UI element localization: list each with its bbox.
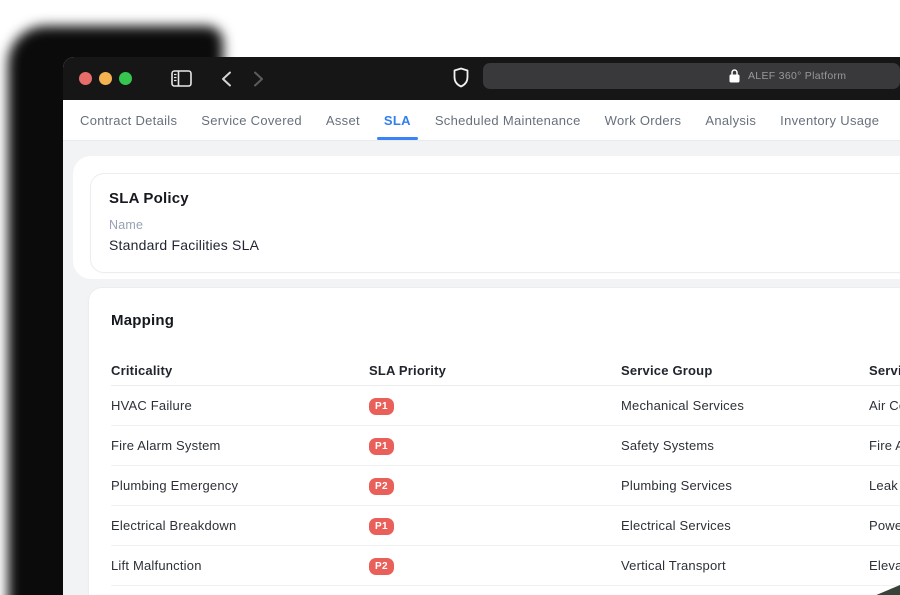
table-row[interactable]: Fire Alarm System P1 Safety Systems Fire… — [111, 426, 900, 466]
tab-analysis[interactable]: Analysis — [705, 100, 756, 140]
mapping-card: Mapping Criticality SLA Priority Service… — [88, 287, 900, 595]
close-window-button[interactable] — [79, 72, 92, 85]
zoom-window-button[interactable] — [119, 72, 132, 85]
cell-service-group: Plumbing Services — [621, 478, 733, 493]
cell-criticality: Lift Malfunction — [111, 558, 202, 573]
cell-sla-priority: P1 — [369, 397, 621, 415]
tab-contract-details[interactable]: Contract Details — [80, 100, 177, 140]
tab-label: SLA — [383, 112, 411, 128]
page-content: SLA Policy Name Standard Facilities SLA … — [63, 141, 900, 595]
address-bar-url-label: ALEF 360° Platform — [748, 70, 847, 82]
column-header-service-group: Service Group — [621, 362, 713, 378]
cell-service-group: Mechanical Services — [621, 398, 745, 413]
address-bar[interactable]: ALEF 360° Platform — [483, 63, 900, 89]
tab-label: Analysis — [705, 112, 757, 128]
traffic-lights — [79, 72, 132, 85]
cell-criticality: Fire Alarm System — [111, 438, 221, 453]
mapping-title: Mapping — [111, 312, 175, 329]
mapping-table-header: Criticality SLA Priority Service Group S… — [111, 355, 900, 386]
tab-inventory-usage[interactable]: Inventory Usage — [780, 100, 879, 140]
cell-sla-priority: P1 — [369, 437, 621, 455]
tab-service-covered[interactable]: Service Covered — [201, 100, 302, 140]
lock-icon — [729, 69, 740, 83]
back-button[interactable] — [221, 71, 232, 92]
sla-policy-name-value: Standard Facilities SLA — [109, 237, 260, 253]
cell-sla-priority: P1 — [369, 517, 621, 535]
privacy-shield-icon[interactable] — [453, 67, 469, 93]
sla-policy-name-label: Name — [109, 218, 144, 232]
tab-sla[interactable]: SLA — [376, 100, 418, 140]
tab-label: Service Covered — [201, 112, 302, 128]
browser-window: ALEF 360° Platform Contract Details Serv… — [63, 57, 900, 595]
cell-service-group: Vertical Transport — [621, 558, 726, 573]
column-header-sla-priority: SLA Priority — [369, 362, 447, 378]
tab-bar: Contract Details Service Covered Asset S… — [63, 100, 900, 141]
cell-service: Power — [869, 518, 900, 533]
cell-service: Leak / — [869, 478, 900, 493]
sla-policy-card: SLA Policy Name Standard Facilities SLA — [90, 173, 900, 273]
tab-label: Asset — [325, 112, 360, 128]
cell-service: Air Co — [869, 398, 900, 413]
tab-asset[interactable]: Asset — [326, 100, 360, 140]
screenshot-stage: ALEF 360° Platform Contract Details Serv… — [0, 0, 900, 595]
priority-badge: P1 — [369, 397, 394, 415]
tab-label: Work Orders — [604, 112, 682, 128]
column-header-criticality: Criticality — [111, 362, 173, 378]
address-bar-content: ALEF 360° Platform — [729, 63, 846, 89]
table-row[interactable]: Lift Malfunction P2 Vertical Transport E… — [111, 546, 900, 586]
tab-label: Inventory Usage — [780, 112, 880, 128]
tab-work-orders[interactable]: Work Orders — [605, 100, 682, 140]
cell-criticality: Plumbing Emergency — [111, 478, 239, 493]
tab-scheduled-maintenance[interactable]: Scheduled Maintenance — [435, 100, 581, 140]
priority-badge: P2 — [369, 557, 394, 575]
cell-sla-priority: P2 — [369, 477, 621, 495]
browser-titlebar: ALEF 360° Platform — [63, 57, 900, 100]
priority-badge: P1 — [369, 517, 394, 535]
cell-service-group: Safety Systems — [621, 438, 715, 453]
priority-badge: P2 — [369, 477, 394, 495]
sla-policy-title: SLA Policy — [109, 190, 189, 207]
column-header-service: Servic — [869, 362, 900, 378]
cell-criticality: HVAC Failure — [111, 398, 192, 413]
table-row[interactable]: Plumbing Emergency P2 Plumbing Services … — [111, 466, 900, 506]
minimize-window-button[interactable] — [99, 72, 112, 85]
cell-service: Elevat — [869, 558, 900, 573]
tab-label: Contract Details — [80, 112, 178, 128]
sidebar-toggle-icon[interactable] — [171, 70, 192, 92]
cell-criticality: Electrical Breakdown — [111, 518, 237, 533]
table-row[interactable]: HVAC Failure P1 Mechanical Services Air … — [111, 386, 900, 426]
mapping-table: Criticality SLA Priority Service Group S… — [111, 355, 900, 586]
cell-service: Fire Al — [869, 438, 900, 453]
tab-label: Scheduled Maintenance — [434, 112, 581, 128]
forward-button[interactable] — [253, 71, 264, 92]
mapping-table-body: HVAC Failure P1 Mechanical Services Air … — [111, 386, 900, 586]
cell-sla-priority: P2 — [369, 557, 621, 575]
priority-badge: P1 — [369, 437, 394, 455]
cell-service-group: Electrical Services — [621, 518, 731, 533]
table-row[interactable]: Electrical Breakdown P1 Electrical Servi… — [111, 506, 900, 546]
